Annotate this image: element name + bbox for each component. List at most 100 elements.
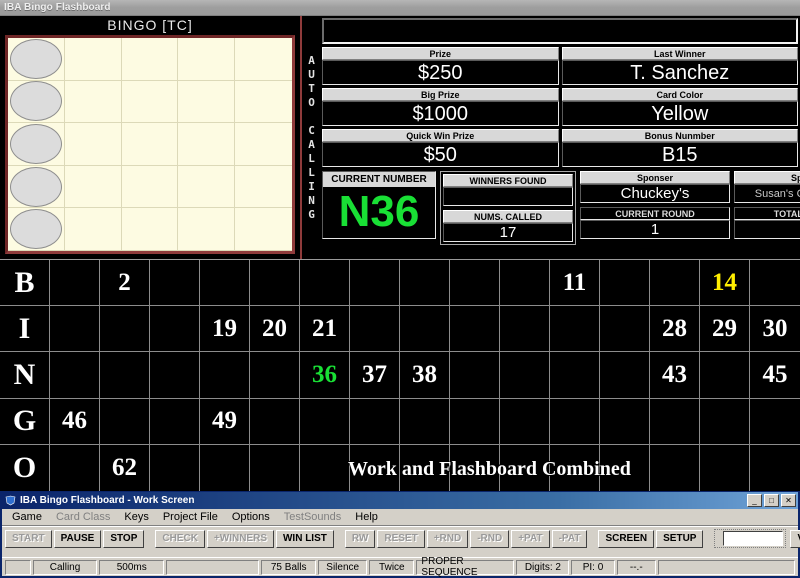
number-board-cell[interactable] [300,445,350,491]
number-board-cell[interactable] [250,445,300,491]
number-board-cell-called[interactable]: 37 [350,352,400,397]
number-board-cell[interactable] [500,306,550,351]
menu-item-game[interactable]: Game [6,510,48,524]
number-board-cell[interactable] [450,260,500,305]
card-cell[interactable] [122,208,179,251]
number-board-cell[interactable] [550,352,600,397]
number-board-cell[interactable] [700,445,750,491]
number-board-cell[interactable] [50,260,100,305]
work-screen-titlebar[interactable]: IBA Bingo Flashboard - Work Screen _□✕ [2,492,798,509]
number-board-cell[interactable] [250,352,300,397]
number-board-cell[interactable] [300,399,350,444]
toolbar-button-setup[interactable]: SETUP [656,530,703,548]
number-board-cell-called[interactable]: 11 [550,260,600,305]
number-board-cell-called[interactable]: 21 [300,306,350,351]
card-cell[interactable] [8,166,65,209]
number-board-cell-called[interactable]: 38 [400,352,450,397]
card-cell[interactable] [122,123,179,166]
number-board-cell-called[interactable]: 36 [300,352,350,397]
maximize-icon[interactable]: □ [764,494,779,507]
number-board-cell[interactable] [700,399,750,444]
number-board-cell[interactable] [400,399,450,444]
card-cell[interactable] [65,38,122,81]
number-board-cell-called[interactable]: 45 [750,352,800,397]
number-board-cell[interactable] [50,306,100,351]
number-board-cell-called[interactable]: 2 [100,260,150,305]
number-board-cell[interactable] [650,399,700,444]
card-cell[interactable] [178,166,235,209]
card-cell[interactable] [8,38,65,81]
number-board-cell[interactable] [600,352,650,397]
card-cell[interactable] [122,166,179,209]
number-board-cell[interactable] [750,445,800,491]
number-board-cell[interactable] [150,260,200,305]
number-board-cell[interactable] [550,306,600,351]
card-cell[interactable] [65,81,122,124]
number-board-cell[interactable] [450,445,500,491]
card-cell[interactable] [122,81,179,124]
number-board-cell[interactable] [450,352,500,397]
menu-item-keys[interactable]: Keys [118,510,154,524]
card-cell[interactable] [178,123,235,166]
number-board-cell-called[interactable]: 62 [100,445,150,491]
number-board-cell-called[interactable]: 28 [650,306,700,351]
card-cell[interactable] [235,81,292,124]
toolbar-input-container[interactable] [714,529,786,548]
card-cell[interactable] [65,166,122,209]
number-board-cell[interactable] [600,306,650,351]
minimize-icon[interactable]: _ [747,494,762,507]
number-board-cell[interactable] [650,260,700,305]
number-board-cell-called[interactable]: 43 [650,352,700,397]
card-cell[interactable] [65,208,122,251]
number-board-cell[interactable] [450,306,500,351]
menu-item-project-file[interactable]: Project File [157,510,224,524]
number-board-cell-called[interactable]: 49 [200,399,250,444]
close-icon[interactable]: ✕ [781,494,796,507]
number-board-cell[interactable] [500,399,550,444]
number-board-cell[interactable] [400,445,450,491]
number-board-cell[interactable] [350,399,400,444]
number-board-cell-called[interactable]: 19 [200,306,250,351]
number-board-cell[interactable] [500,445,550,491]
number-board-cell[interactable] [350,306,400,351]
number-board-cell[interactable] [400,260,450,305]
number-board-cell[interactable] [500,352,550,397]
number-board-cell[interactable] [200,352,250,397]
number-board-cell[interactable] [750,399,800,444]
number-board-cell[interactable] [200,445,250,491]
number-board-cell[interactable] [150,306,200,351]
card-cell[interactable] [235,166,292,209]
number-board-cell[interactable] [550,445,600,491]
card-cell[interactable] [235,208,292,251]
card-cell[interactable] [178,38,235,81]
toolbar-text-input[interactable] [723,531,783,546]
card-cell[interactable] [65,123,122,166]
number-board-cell[interactable] [300,260,350,305]
number-board-cell-called[interactable]: 30 [750,306,800,351]
menu-item-help[interactable]: Help [349,510,384,524]
number-board-cell-called[interactable]: 46 [50,399,100,444]
number-board-cell[interactable] [150,445,200,491]
number-board-cell[interactable] [50,445,100,491]
number-board-cell-called[interactable]: 20 [250,306,300,351]
number-board-cell-called[interactable]: 29 [700,306,750,351]
number-board-cell[interactable] [600,445,650,491]
toolbar-button-win-list[interactable]: WIN LIST [276,530,334,548]
card-cell[interactable] [235,38,292,81]
number-board-cell[interactable] [100,399,150,444]
card-cell[interactable] [178,208,235,251]
toolbar-button-screen[interactable]: SCREEN [598,530,654,548]
number-board-cell[interactable] [100,306,150,351]
number-board-cell[interactable] [450,399,500,444]
toolbar-button-stop[interactable]: STOP [103,530,144,548]
number-board-cell[interactable] [150,399,200,444]
card-cell[interactable] [8,81,65,124]
card-cell[interactable] [178,81,235,124]
card-cell[interactable] [8,123,65,166]
number-board-cell[interactable] [650,445,700,491]
number-board-cell[interactable] [350,445,400,491]
number-board-cell[interactable] [350,260,400,305]
menu-item-options[interactable]: Options [226,510,276,524]
number-board-cell[interactable] [750,260,800,305]
toolbar-button-pause[interactable]: PAUSE [54,530,102,548]
